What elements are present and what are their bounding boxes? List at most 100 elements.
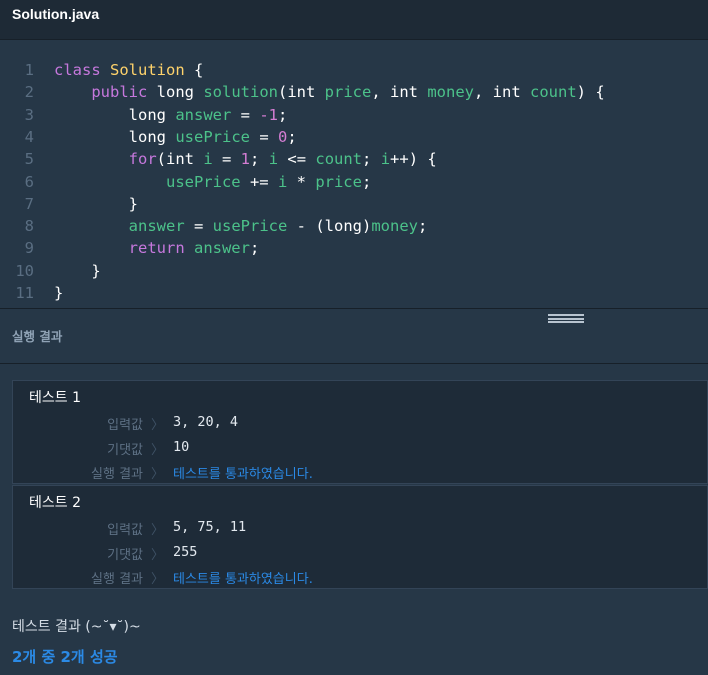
code-line[interactable]: 9 return answer; (0, 237, 708, 259)
code-line[interactable]: 6 usePrice += i * price; (0, 171, 708, 193)
test-case-2: 테스트 2 입력값 〉 5, 75, 11 기댓값 〉 255 실행 결과 〉 … (12, 485, 708, 589)
expected-value: 255 (173, 544, 198, 560)
panel-divider (0, 308, 708, 309)
code-token: 1 (240, 150, 251, 169)
code-token: i (203, 150, 213, 169)
editor-tab-bar: Solution.java (0, 0, 708, 40)
code-token: int (390, 83, 428, 102)
test-case-title: 테스트 1 (29, 390, 81, 406)
code-token: usePrice (54, 172, 241, 191)
code-token: count (530, 83, 577, 102)
code-token: , (371, 83, 390, 102)
line-number: 7 (24, 194, 34, 213)
code-line[interactable]: 11} (0, 282, 708, 304)
line-number: 4 (24, 127, 34, 146)
code-token: ; (249, 239, 260, 258)
code-token: int (166, 150, 204, 169)
code-token: , (474, 83, 493, 102)
line-content: long usePrice = 0; (54, 126, 297, 148)
separator-icon: 〉 (151, 443, 165, 458)
code-token: <= (278, 150, 316, 169)
separator-icon: 〉 (151, 467, 165, 482)
input-value: 5, 75, 11 (173, 519, 247, 535)
code-token: { (184, 61, 204, 79)
code-line[interactable]: 7 } (0, 193, 708, 215)
file-tab-title[interactable]: Solution.java (12, 6, 99, 22)
code-line[interactable]: 3 long answer = -1; (0, 104, 708, 126)
code-line[interactable]: 2 public long solution(int price, int mo… (0, 81, 708, 103)
line-content: return answer; (54, 237, 260, 259)
code-token: public (54, 83, 157, 102)
code-token: answer (175, 105, 232, 124)
line-number: 1 (24, 61, 34, 79)
code-token: ; (287, 127, 297, 146)
panel-resize-handle-icon[interactable] (548, 314, 584, 323)
code-token: long (54, 105, 176, 124)
line-number: 10 (15, 261, 34, 280)
line-number: 3 (24, 105, 34, 124)
code-token: int (287, 83, 325, 102)
code-token: money (371, 217, 418, 236)
code-line[interactable]: 1 class Solution { (0, 59, 708, 81)
code-line[interactable]: 8 answer = usePrice - (long)money; (0, 215, 708, 237)
code-token: i (277, 172, 288, 191)
code-editor[interactable]: 1 class Solution {2 public long solution(… (0, 40, 708, 308)
code-token: for (54, 150, 157, 169)
input-value: 3, 20, 4 (173, 414, 239, 430)
code-token: = (249, 127, 278, 146)
code-token: price (315, 172, 362, 191)
expected-value: 10 (173, 439, 190, 455)
code-line[interactable]: 5 for(int i = 1; i <= count; i++) { (0, 148, 708, 170)
line-number: 6 (24, 172, 34, 191)
code-token: class (54, 61, 110, 79)
test-case-title: 테스트 2 (29, 495, 81, 511)
input-label: 입력값 (107, 418, 143, 433)
separator-icon: 〉 (151, 418, 165, 433)
code-token: ; (418, 217, 428, 236)
test-case-1: 테스트 1 입력값 〉 3, 20, 4 기댓값 〉 10 실행 결과 〉 테스… (12, 380, 708, 484)
line-content: } (54, 282, 63, 304)
result-divider (0, 363, 708, 364)
test-summary-title: 테스트 결과 (~˘▾˘)~ (12, 619, 141, 635)
code-token: long (54, 127, 176, 146)
result-section-title: 실행 결과 (12, 329, 63, 344)
test-summary-result: 2개 중 2개 성공 (12, 648, 118, 666)
line-number: 8 (24, 217, 34, 236)
code-token: solution (203, 83, 278, 102)
line-content: answer = usePrice - (long)money; (54, 215, 428, 237)
code-token: ; (250, 150, 269, 169)
line-content: } (54, 193, 138, 215)
code-token: i (380, 150, 391, 169)
code-token: } (54, 194, 138, 213)
line-number: 2 (24, 83, 34, 102)
code-token: 0 (277, 127, 288, 146)
result-value: 테스트를 통과하였습니다. (173, 467, 313, 482)
code-token: ) (361, 217, 372, 236)
code-token: long (324, 217, 362, 236)
code-token: = (212, 150, 241, 169)
code-token: ; (362, 150, 381, 169)
code-token: * (287, 172, 316, 191)
code-token: } (54, 261, 101, 280)
code-token: ++ (390, 150, 409, 169)
code-token: ) { (576, 83, 605, 102)
line-number: 11 (15, 284, 34, 302)
line-content: class Solution { (54, 59, 203, 81)
code-line[interactable]: 10 } (0, 260, 708, 282)
code-token: ( (156, 150, 166, 169)
code-token: = (231, 105, 260, 124)
code-token: answer (193, 239, 250, 258)
separator-icon: 〉 (151, 523, 165, 538)
code-token: usePrice (212, 217, 288, 236)
expected-label: 기댓값 (107, 443, 143, 458)
line-content: usePrice += i * price; (54, 171, 371, 193)
separator-icon: 〉 (151, 572, 165, 587)
code-token: count (315, 150, 363, 169)
code-token: = (184, 217, 213, 236)
separator-icon: 〉 (151, 548, 165, 563)
code-token: ; (361, 172, 372, 191)
code-token: usePrice (175, 127, 250, 146)
line-content: public long solution(int price, int mone… (54, 81, 605, 103)
code-token: Solution (110, 61, 185, 79)
code-line[interactable]: 4 long usePrice = 0; (0, 126, 708, 148)
